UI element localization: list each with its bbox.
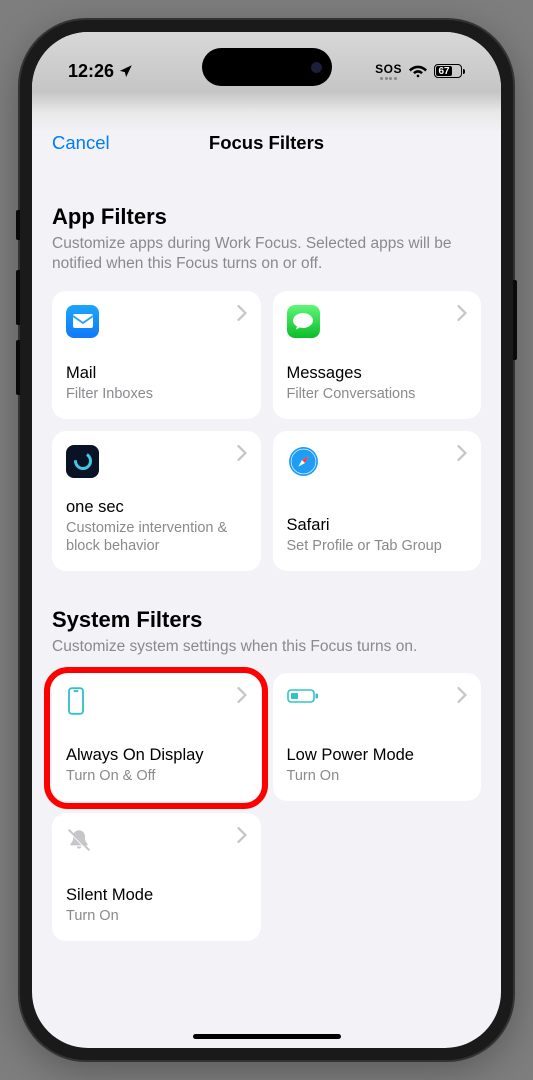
card-title: Safari (287, 516, 468, 535)
card-title: Low Power Mode (287, 746, 468, 765)
location-icon (118, 64, 133, 79)
system-filters-section: System Filters Customize system settings… (52, 607, 481, 941)
phone-icon (66, 687, 86, 720)
chevron-right-icon (237, 305, 247, 321)
card-sub: Filter Conversations (287, 385, 468, 403)
card-sub: Turn On (66, 907, 247, 925)
card-sub: Turn On & Off (66, 767, 247, 785)
card-title: Silent Mode (66, 886, 247, 905)
chevron-right-icon (457, 687, 467, 703)
card-title: Messages (287, 364, 468, 383)
phone-frame: 12:26 SOS 67 Cancel Focus Filters (20, 20, 513, 1060)
messages-icon (287, 305, 320, 338)
page-header: Cancel Focus Filters (32, 132, 501, 168)
battery-icon (287, 687, 319, 710)
card-sub: Set Profile or Tab Group (287, 537, 468, 555)
chevron-right-icon (457, 305, 467, 321)
cancel-button[interactable]: Cancel (52, 132, 110, 154)
section-title-app: App Filters (52, 204, 481, 230)
filter-card-safari[interactable]: Safari Set Profile or Tab Group (273, 431, 482, 571)
screen: 12:26 SOS 67 Cancel Focus Filters (32, 32, 501, 1048)
chevron-right-icon (237, 687, 247, 703)
card-sub: Turn On (287, 767, 468, 785)
wifi-icon (409, 64, 427, 78)
filter-card-low-power[interactable]: Low Power Mode Turn On (273, 673, 482, 801)
section-desc-app: Customize apps during Work Focus. Select… (52, 234, 481, 275)
section-title-system: System Filters (52, 607, 481, 633)
chevron-right-icon (457, 445, 467, 461)
chevron-right-icon (237, 445, 247, 461)
card-sub: Customize intervention & block behavior (66, 519, 247, 555)
dynamic-island (202, 48, 332, 86)
chevron-right-icon (237, 827, 247, 843)
section-desc-system: Customize system settings when this Focu… (52, 637, 481, 657)
card-title: one sec (66, 498, 247, 517)
filter-card-always-on-display[interactable]: Always On Display Turn On & Off (52, 673, 261, 801)
mail-icon (66, 305, 99, 338)
sos-indicator: SOS (375, 62, 402, 80)
card-title: Always On Display (66, 746, 247, 765)
filter-card-messages[interactable]: Messages Filter Conversations (273, 291, 482, 419)
home-indicator[interactable] (193, 1034, 341, 1039)
filter-card-onesec[interactable]: one sec Customize intervention & block b… (52, 431, 261, 571)
bell-slash-icon (66, 827, 92, 858)
battery-indicator: 67 (434, 64, 465, 78)
safari-icon (287, 445, 320, 478)
filter-card-mail[interactable]: Mail Filter Inboxes (52, 291, 261, 419)
page-title: Focus Filters (209, 132, 324, 154)
card-sub: Filter Inboxes (66, 385, 247, 403)
card-title: Mail (66, 364, 247, 383)
filter-card-silent[interactable]: Silent Mode Turn On (52, 813, 261, 941)
onesec-icon (66, 445, 99, 478)
status-time: 12:26 (68, 61, 114, 82)
app-filters-section: App Filters Customize apps during Work F… (52, 204, 481, 571)
